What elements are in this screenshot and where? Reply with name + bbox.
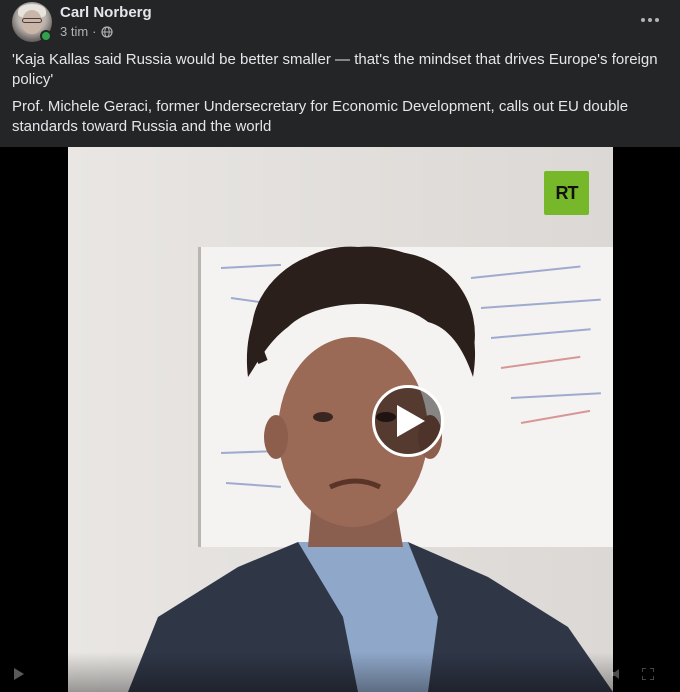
volume-icon[interactable] (612, 668, 624, 680)
post-text-description: Prof. Michele Geraci, former Undersecret… (12, 98, 629, 135)
globe-icon[interactable] (100, 25, 113, 38)
control-play-icon[interactable] (14, 668, 24, 680)
more-options-icon (641, 18, 645, 22)
fullscreen-icon[interactable] (642, 668, 654, 680)
post-timestamp[interactable]: 3 tim (60, 24, 88, 39)
video-controls-bar (0, 652, 680, 692)
more-options-dot (648, 18, 652, 22)
more-options-dot (655, 18, 659, 22)
speaker-figure (128, 246, 613, 692)
author-name[interactable]: Carl Norberg (60, 4, 152, 21)
post-meta: 3 tim · (60, 24, 113, 39)
avatar-glasses (22, 18, 42, 23)
meta-separator: · (92, 24, 97, 39)
more-options-button[interactable] (632, 6, 668, 34)
play-button[interactable] (372, 385, 444, 457)
video-frame[interactable]: RT (68, 147, 613, 692)
video-player[interactable]: RT (0, 147, 680, 692)
online-status-indicator (40, 30, 52, 42)
post-text-quote: 'Kaja Kallas said Russia would be better… (12, 51, 658, 88)
play-icon (397, 405, 425, 437)
post-header: Carl Norberg 3 tim · (0, 0, 680, 48)
channel-logo: RT (544, 171, 589, 215)
